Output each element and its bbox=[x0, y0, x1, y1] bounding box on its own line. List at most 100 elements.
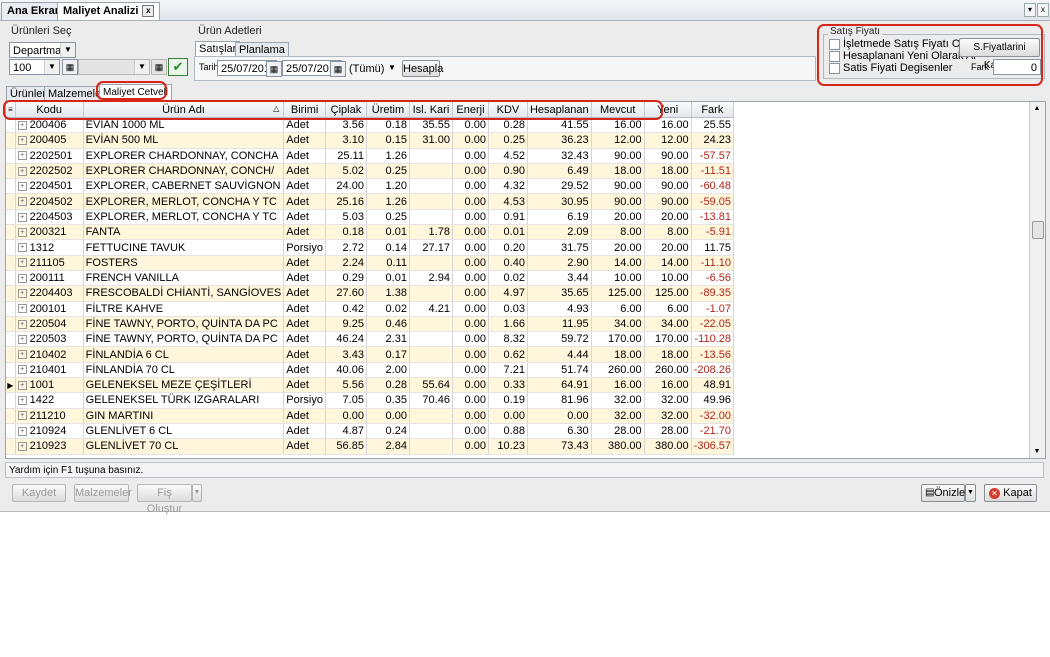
column-header-enerji[interactable]: Enerji bbox=[452, 102, 489, 118]
cell-kdv[interactable]: 4.53 bbox=[488, 193, 528, 210]
onizle-dropdown[interactable]: ▼ bbox=[965, 484, 976, 502]
expand-icon[interactable]: + bbox=[17, 151, 27, 161]
cell-birimi[interactable]: Adet bbox=[283, 270, 326, 287]
cell-urun-adi[interactable]: GIN MARTINI bbox=[83, 408, 285, 424]
department-code-select[interactable]: 100 ▼ bbox=[9, 59, 60, 75]
cell-isl-kari[interactable] bbox=[409, 209, 453, 226]
row-indicator[interactable] bbox=[6, 270, 16, 287]
cell-kodu[interactable]: +2204502 bbox=[15, 193, 84, 210]
cell-ciplak[interactable]: 4.87 bbox=[325, 423, 367, 440]
cell-kodu[interactable]: +1001 bbox=[15, 377, 84, 394]
expand-icon[interactable]: + bbox=[17, 197, 27, 207]
cell-uretim[interactable]: 0.00 bbox=[366, 408, 410, 424]
row-indicator[interactable] bbox=[6, 209, 16, 226]
lookup-icon[interactable]: ▦ bbox=[62, 59, 78, 75]
cell-birimi[interactable]: Adet bbox=[283, 132, 326, 149]
cell-kodu[interactable]: +1422 bbox=[15, 392, 84, 409]
cell-yeni[interactable]: 12.00 bbox=[644, 132, 692, 149]
cell-isl-kari[interactable] bbox=[409, 408, 453, 424]
column-header-mevcut[interactable]: Mevcut bbox=[591, 102, 645, 118]
table-row[interactable]: +200405 EVİAN 500 ML Adet 3.10 0.15 31.00 0.00… bbox=[6, 132, 734, 149]
expand-icon[interactable]: + bbox=[17, 258, 27, 268]
cell-kodu[interactable]: +200405 bbox=[15, 132, 84, 149]
cell-mevcut[interactable]: 18.00 bbox=[591, 346, 645, 363]
cell-birimi[interactable]: Adet bbox=[283, 377, 326, 394]
expand-icon[interactable]: + bbox=[17, 136, 27, 146]
row-indicator[interactable] bbox=[6, 255, 16, 271]
cell-mevcut[interactable]: 32.00 bbox=[591, 392, 645, 409]
fark-field[interactable]: 0 bbox=[993, 59, 1041, 75]
cell-urun-adi[interactable]: FANTA bbox=[83, 224, 285, 241]
row-indicator[interactable]: ▶ bbox=[6, 377, 16, 394]
cell-uretim[interactable]: 0.01 bbox=[366, 270, 410, 287]
option-isletmede-ortak[interactable]: İşletmede Satış Fiyatı Ortak bbox=[829, 38, 979, 50]
table-row[interactable]: +2204501 EXPLORER, CABERNET SAUVİGNON Adet… bbox=[6, 178, 734, 195]
cell-fark[interactable]: 11.75 bbox=[691, 239, 734, 256]
cell-yeni[interactable]: 380.00 bbox=[644, 438, 692, 455]
cell-ciplak[interactable]: 24.00 bbox=[325, 178, 367, 195]
expand-icon[interactable]: + bbox=[17, 350, 27, 360]
cell-isl-kari[interactable]: 4.21 bbox=[409, 301, 453, 317]
row-indicator-header[interactable]: ≡ bbox=[6, 102, 16, 118]
scroll-down-icon[interactable]: ▼ bbox=[1031, 446, 1043, 457]
filter-select[interactable]: (Tümü) ▼ bbox=[345, 60, 400, 76]
cell-uretim[interactable]: 1.26 bbox=[366, 193, 410, 210]
cell-urun-adi[interactable]: EXPLORER, CABERNET SAUVİGNON bbox=[83, 178, 285, 195]
table-row[interactable]: +200111 FRENCH VANILLA Adet 0.29 0.01 2.94 0.0… bbox=[6, 270, 734, 287]
cell-mevcut[interactable]: 14.00 bbox=[591, 255, 645, 271]
expand-icon[interactable]: + bbox=[17, 365, 27, 375]
row-indicator[interactable] bbox=[6, 408, 16, 424]
cell-birimi[interactable]: Porsiyo bbox=[283, 239, 326, 256]
expand-icon[interactable]: + bbox=[17, 396, 27, 406]
cell-kdv[interactable]: 8.32 bbox=[488, 331, 528, 348]
cell-hesaplanan[interactable]: 35.65 bbox=[527, 285, 592, 302]
cell-yeni[interactable]: 125.00 bbox=[644, 285, 692, 302]
cell-uretim[interactable]: 0.18 bbox=[366, 117, 410, 134]
cell-kodu[interactable]: +220503 bbox=[15, 331, 84, 348]
cell-yeni[interactable]: 14.00 bbox=[644, 255, 692, 271]
cell-ciplak[interactable]: 40.06 bbox=[325, 362, 367, 379]
cell-uretim[interactable]: 0.46 bbox=[366, 316, 410, 333]
cell-ciplak[interactable]: 5.56 bbox=[325, 377, 367, 394]
cell-isl-kari[interactable]: 1.78 bbox=[409, 224, 453, 241]
column-header-uretim[interactable]: Üretim bbox=[366, 102, 410, 118]
cell-kdv[interactable]: 0.02 bbox=[488, 270, 528, 287]
table-row[interactable]: +2204403 FRESCOBALDİ CHİANTİ, SANGİOVES Ad… bbox=[6, 285, 734, 302]
row-indicator[interactable] bbox=[6, 346, 16, 363]
kaydet-button[interactable]: Kaydet bbox=[12, 484, 66, 502]
cell-uretim[interactable]: 0.11 bbox=[366, 255, 410, 271]
cell-hesaplanan[interactable]: 59.72 bbox=[527, 331, 592, 348]
cell-kdv[interactable]: 0.00 bbox=[488, 408, 528, 424]
cell-birimi[interactable]: Adet bbox=[283, 224, 326, 241]
cell-enerji[interactable]: 0.00 bbox=[452, 377, 489, 394]
cell-kodu[interactable]: +220504 bbox=[15, 316, 84, 333]
row-indicator[interactable] bbox=[6, 178, 16, 195]
cell-yeni[interactable]: 90.00 bbox=[644, 193, 692, 210]
tab-satislar[interactable]: Satışlar bbox=[195, 41, 241, 57]
checkbox-icon[interactable] bbox=[829, 50, 840, 62]
cell-ciplak[interactable]: 7.05 bbox=[325, 392, 367, 409]
cell-hesaplanan[interactable]: 41.55 bbox=[527, 117, 592, 134]
cell-enerji[interactable]: 0.00 bbox=[452, 392, 489, 409]
cell-mevcut[interactable]: 16.00 bbox=[591, 117, 645, 134]
cell-uretim[interactable]: 0.14 bbox=[366, 239, 410, 256]
cell-hesaplanan[interactable]: 29.52 bbox=[527, 178, 592, 195]
cell-isl-kari[interactable] bbox=[409, 423, 453, 440]
cell-isl-kari[interactable] bbox=[409, 316, 453, 333]
cell-isl-kari[interactable]: 31.00 bbox=[409, 132, 453, 149]
cell-hesaplanan[interactable]: 3.44 bbox=[527, 270, 592, 287]
cell-urun-adi[interactable]: FİNE TAWNY, PORTO, QUİNTA DA PC bbox=[83, 316, 285, 333]
fis-olustur-button[interactable]: Fiş Oluştur bbox=[137, 484, 192, 515]
cell-enerji[interactable]: 0.00 bbox=[452, 224, 489, 241]
cell-mevcut[interactable]: 10.00 bbox=[591, 270, 645, 287]
table-row[interactable]: +211105 FOSTERS Adet 2.24 0.11 0.00 0.40 2.90 14… bbox=[6, 255, 734, 271]
expand-icon[interactable]: + bbox=[17, 212, 27, 222]
table-row[interactable]: +200321 FANTA Adet 0.18 0.01 1.78 0.00 0.01 2.09… bbox=[6, 224, 734, 241]
window-menu-button[interactable]: ▾ bbox=[1024, 3, 1036, 17]
cell-ciplak[interactable]: 25.16 bbox=[325, 193, 367, 210]
cell-kdv[interactable]: 10.23 bbox=[488, 438, 528, 455]
cell-yeni[interactable]: 34.00 bbox=[644, 316, 692, 333]
cell-fark[interactable]: -5.91 bbox=[691, 224, 734, 241]
cell-yeni[interactable]: 20.00 bbox=[644, 209, 692, 226]
cell-birimi[interactable]: Adet bbox=[283, 438, 326, 455]
